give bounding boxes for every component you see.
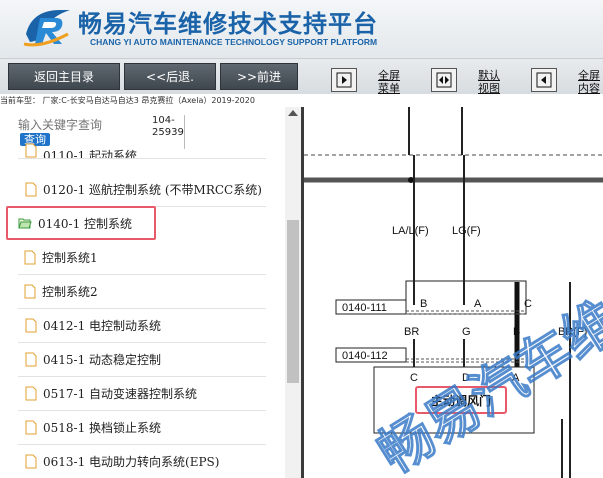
connector-2-label: 0140-112 xyxy=(342,350,388,362)
tree-item-label: 控制系统1 xyxy=(42,251,98,265)
document-icon xyxy=(24,284,36,299)
document-icon xyxy=(25,420,37,435)
scroll-thumb[interactable] xyxy=(287,220,299,383)
wire-color-br: BR xyxy=(404,326,419,338)
sidebar-scrollbar[interactable] xyxy=(285,107,301,478)
document-icon xyxy=(25,143,37,158)
tree-item-label: 0613-1 电动助力转向系统(EPS) xyxy=(43,455,220,469)
tree-item-label: 0140-1 控制系统 xyxy=(38,216,133,231)
brand-subtitle: CHANG YI AUTO MAINTENANCE TECHNOLOGY SUP… xyxy=(90,37,378,47)
tree-item[interactable]: 控制系统2 xyxy=(18,275,266,309)
full-menu-label[interactable]: 全屏 菜单 xyxy=(378,69,400,95)
full-content-icon[interactable] xyxy=(531,68,557,92)
document-icon xyxy=(25,454,37,469)
tree-item[interactable]: 控制系统1 xyxy=(18,241,266,275)
default-view-icon[interactable] xyxy=(431,68,457,92)
brand-title: 畅易汽车维修技术支持平台 xyxy=(78,10,378,38)
tree-item-label: 0518-1 换档锁止系统 xyxy=(43,421,162,435)
search-input[interactable] xyxy=(18,115,146,135)
tree-item[interactable]: 0415-1 动态稳定控制 xyxy=(18,343,266,377)
tree-item[interactable]: 0120-1 巡航控制系统 (不带MRCC系统) xyxy=(18,173,266,207)
current-vehicle-text: 当前车型： 厂家:C-长安马自达马自达3 昂克赛拉（Axela）2019-202… xyxy=(0,95,330,107)
tree-item-selected[interactable]: 0140-1 控制系统 xyxy=(6,206,156,240)
document-icon xyxy=(24,250,36,265)
changyi-logo xyxy=(23,10,70,47)
open-folder-icon xyxy=(18,218,32,229)
back-button[interactable]: <<后退. xyxy=(124,63,216,90)
tree-item-label: 0412-1 电控制动系统 xyxy=(43,319,162,333)
tree-item[interactable]: 0613-1 电动助力转向系统(EPS) xyxy=(18,445,266,478)
forward-button[interactable]: >>前进 xyxy=(220,63,298,90)
tree-item[interactable]: 0412-1 电控制动系统 xyxy=(18,309,266,343)
tree-item[interactable]: 0518-1 换档锁止系统 xyxy=(18,411,266,445)
wiring-diagram: LA/L(F) LG(F) 0140-111 B A C BR G B BR(F… xyxy=(304,107,603,478)
default-view-label[interactable]: 默认 视图 xyxy=(478,69,500,95)
tree-item-label: 控制系统2 xyxy=(42,285,98,299)
scroll-up-arrow-icon[interactable] xyxy=(288,110,298,116)
wire-label-la: LA/L(F) xyxy=(392,225,429,237)
document-icon xyxy=(25,318,37,333)
document-icon xyxy=(25,352,37,367)
wire-color-g: G xyxy=(462,326,471,338)
toolbar: 返回主目录 <<后退. >>前进 全屏 菜单 默认 视图 全屏 内容 xyxy=(0,58,603,95)
document-icon xyxy=(25,182,37,197)
tree-item[interactable]: 0517-1 自动变速器控制系统 xyxy=(18,377,266,411)
home-button[interactable]: 返回主目录 xyxy=(8,63,120,90)
document-icon xyxy=(25,386,37,401)
pin-c-top: C xyxy=(524,298,532,310)
full-content-label[interactable]: 全屏 内容 xyxy=(578,69,600,95)
wire-label-lg: LG(F) xyxy=(452,225,481,237)
wiring-diagram-svg: LA/L(F) LG(F) 0140-111 B A C BR G B BR(F… xyxy=(304,107,603,478)
search-code-text: 104- 25939 xyxy=(152,115,184,138)
connector-1-label: 0140-111 xyxy=(342,302,387,314)
tree-item-label: 0120-1 巡航控制系统 (不带MRCC系统) xyxy=(43,183,262,197)
pin-a-top: A xyxy=(474,298,482,310)
sidebar: 查询 104- 25939 0110-1 起动系统 0120-1 巡航控制系统 … xyxy=(0,107,300,478)
tree-item-label: 0110-1 起动系统 xyxy=(43,149,138,159)
full-menu-icon[interactable] xyxy=(331,68,357,92)
tree-item[interactable]: 0110-1 起动系统 xyxy=(18,139,266,159)
app-header: 畅易汽车维修技术支持平台 CHANG YI AUTO MAINTENANCE T… xyxy=(0,0,603,58)
tree-item-label: 0517-1 自动变速器控制系统 xyxy=(43,387,198,401)
watermark-text: 畅易汽车维修平台 xyxy=(367,203,603,478)
pin-c-bottom: C xyxy=(410,372,418,384)
tree-item-label: 0415-1 动态稳定控制 xyxy=(43,353,162,367)
pin-b-top: B xyxy=(420,298,427,310)
